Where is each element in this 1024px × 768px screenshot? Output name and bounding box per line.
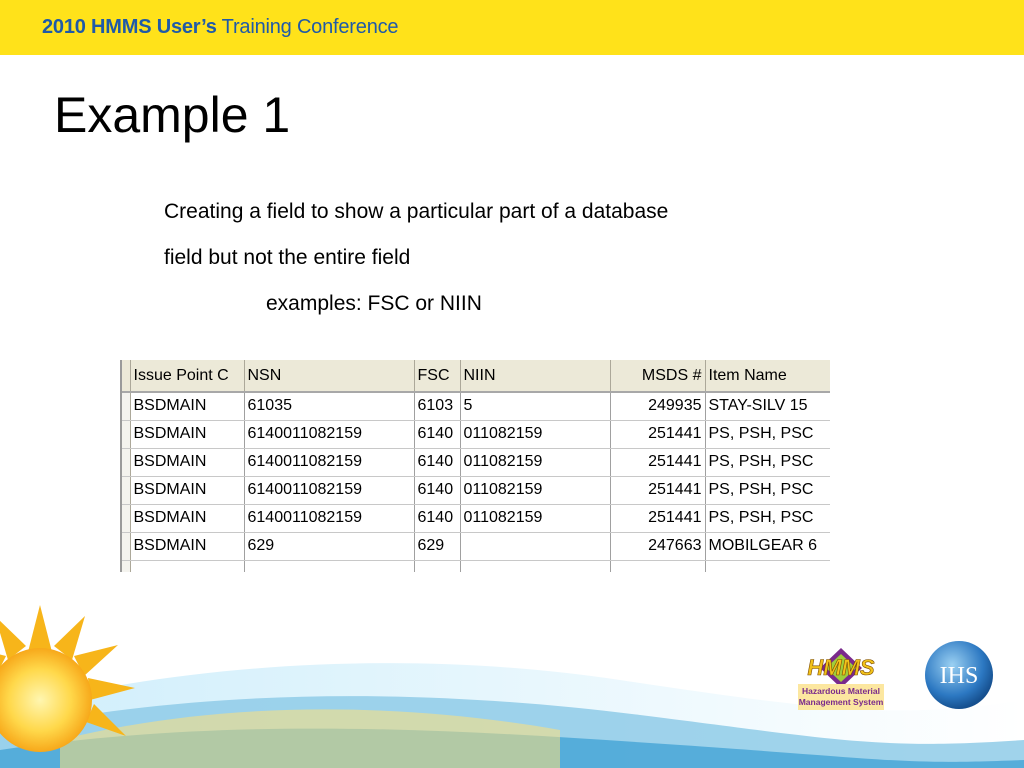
row-selector[interactable] <box>122 420 131 449</box>
conference-title: 2010 HMMS User’s Training Conference <box>42 16 399 39</box>
cell-nsn[interactable]: 6140011082159 <box>244 448 415 477</box>
cell-item-name[interactable]: PS, PSH, PSC <box>705 420 830 449</box>
cell-fsc[interactable]: 6140 <box>414 420 461 449</box>
cell-nsn[interactable]: 6140011082159 <box>244 504 415 533</box>
cell-item-name[interactable]: STAY-SILV 15 <box>705 392 830 421</box>
column-header-issue-point[interactable]: Issue Point C <box>130 360 245 393</box>
hmms-logo-line-1: Hazardous Material <box>802 686 880 696</box>
table-row[interactable]: BSDMAIN 61035 6103 5 249935 STAY-SILV 15 <box>122 392 830 421</box>
cell-niin[interactable]: 011082159 <box>460 504 611 533</box>
cell-nsn[interactable]: 6140011082159 <box>244 476 415 505</box>
cell-fsc[interactable]: 6140 <box>414 504 461 533</box>
cell-msds[interactable]: 251441 <box>610 476 706 505</box>
ihs-logo: IHS <box>925 641 993 709</box>
column-header-msds[interactable]: MSDS # <box>610 360 706 393</box>
cell-fsc[interactable]: 6103 <box>414 392 461 421</box>
cell-empty <box>130 560 245 572</box>
cell-issue-point[interactable]: BSDMAIN <box>130 420 245 449</box>
cell-item-name[interactable]: PS, PSH, PSC <box>705 504 830 533</box>
cell-msds[interactable]: 249935 <box>610 392 706 421</box>
ihs-logo-text: IHS <box>940 663 979 689</box>
cell-empty <box>705 560 830 572</box>
header-banner: 2010 HMMS User’s Training Conference <box>0 0 1024 55</box>
body-line-2: field but not the entire field <box>164 246 411 269</box>
cell-fsc[interactable]: 6140 <box>414 448 461 477</box>
cell-empty <box>610 560 706 572</box>
data-grid-table: Issue Point C NSN FSC NIIN MSDS # Item N… <box>122 360 830 572</box>
cell-item-name[interactable]: MOBILGEAR 6 <box>705 532 830 561</box>
data-grid-screenshot: Issue Point C NSN FSC NIIN MSDS # Item N… <box>120 360 830 572</box>
body-line-1: Creating a field to show a particular pa… <box>164 200 669 223</box>
cell-msds[interactable]: 251441 <box>610 504 706 533</box>
hmms-logo-text: HMMS <box>807 655 875 680</box>
cell-nsn[interactable]: 6140011082159 <box>244 420 415 449</box>
cell-nsn[interactable]: 629 <box>244 532 415 561</box>
table-row[interactable]: BSDMAIN 6140011082159 6140 011082159 251… <box>122 420 830 449</box>
cell-niin[interactable]: 5 <box>460 392 611 421</box>
cell-niin[interactable] <box>460 532 611 561</box>
cell-msds[interactable]: 251441 <box>610 420 706 449</box>
cell-niin[interactable]: 011082159 <box>460 420 611 449</box>
cell-issue-point[interactable]: BSDMAIN <box>130 532 245 561</box>
column-header-fsc[interactable]: FSC <box>414 360 461 393</box>
column-header-item-name[interactable]: Item Name <box>705 360 830 393</box>
cell-msds[interactable]: 251441 <box>610 448 706 477</box>
table-row-partial <box>122 560 830 572</box>
cell-empty <box>244 560 415 572</box>
cell-msds[interactable]: 247663 <box>610 532 706 561</box>
cell-empty <box>460 560 611 572</box>
conference-title-rest: Training Conference <box>216 16 399 38</box>
row-selector[interactable] <box>122 504 131 533</box>
cell-nsn[interactable]: 61035 <box>244 392 415 421</box>
row-selector[interactable] <box>122 476 131 505</box>
cell-fsc[interactable]: 6140 <box>414 476 461 505</box>
table-row[interactable]: BSDMAIN 6140011082159 6140 011082159 251… <box>122 476 830 505</box>
cell-item-name[interactable]: PS, PSH, PSC <box>705 448 830 477</box>
cell-issue-point[interactable]: BSDMAIN <box>130 448 245 477</box>
cell-niin[interactable]: 011082159 <box>460 448 611 477</box>
cell-issue-point[interactable]: BSDMAIN <box>130 504 245 533</box>
hmms-logo-line-2: Management System <box>799 697 884 707</box>
table-row[interactable]: BSDMAIN 6140011082159 6140 011082159 251… <box>122 504 830 533</box>
cell-empty <box>414 560 461 572</box>
column-header-nsn[interactable]: NSN <box>244 360 415 393</box>
cell-issue-point[interactable]: BSDMAIN <box>130 392 245 421</box>
grid-header-row: Issue Point C NSN FSC NIIN MSDS # Item N… <box>122 360 830 393</box>
sun-icon <box>0 605 135 752</box>
row-selector-header[interactable] <box>122 360 131 393</box>
row-selector-partial <box>122 560 131 572</box>
cell-fsc[interactable]: 629 <box>414 532 461 561</box>
body-line-3: examples: FSC or NIIN <box>266 292 482 315</box>
cell-item-name[interactable]: PS, PSH, PSC <box>705 476 830 505</box>
slide-title: Example 1 <box>54 87 291 143</box>
row-selector[interactable] <box>122 392 131 421</box>
conference-title-bold: 2010 HMMS User’s <box>42 16 217 38</box>
table-row[interactable]: BSDMAIN 629 629 247663 MOBILGEAR 6 <box>122 532 830 561</box>
cell-issue-point[interactable]: BSDMAIN <box>130 476 245 505</box>
column-header-niin[interactable]: NIIN <box>460 360 611 393</box>
row-selector[interactable] <box>122 532 131 561</box>
table-row[interactable]: BSDMAIN 6140011082159 6140 011082159 251… <box>122 448 830 477</box>
cell-niin[interactable]: 011082159 <box>460 476 611 505</box>
row-selector[interactable] <box>122 448 131 477</box>
hmms-logo: HMMS Hazardous Material Management Syste… <box>798 648 884 710</box>
